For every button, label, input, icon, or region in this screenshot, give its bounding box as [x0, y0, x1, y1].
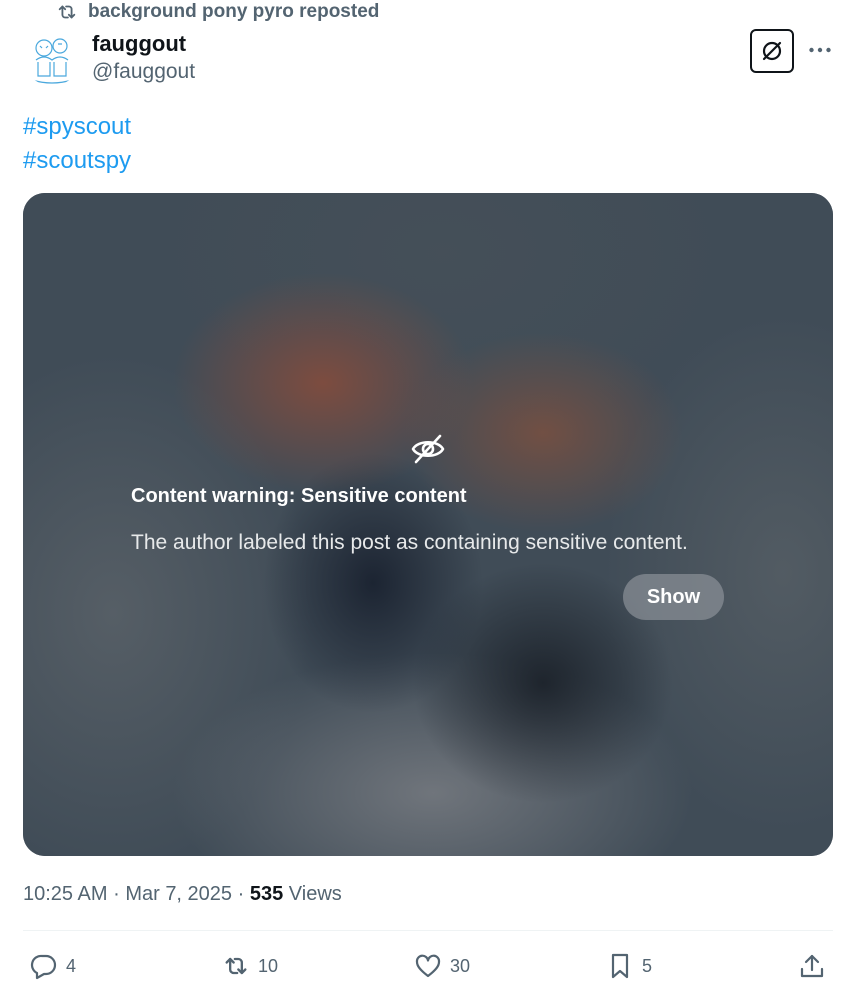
views-label: Views	[288, 883, 342, 905]
meta-separator: ·	[113, 883, 120, 905]
heart-icon	[415, 954, 441, 978]
author-block[interactable]: fauggout @fauggout	[92, 30, 195, 86]
avatar[interactable]	[24, 30, 80, 86]
reply-count: 4	[66, 955, 77, 976]
repost-button[interactable]: 10	[222, 946, 278, 986]
bookmark-button[interactable]: 5	[606, 946, 652, 986]
like-count: 30	[450, 955, 471, 976]
hashtag-link[interactable]: #scoutspy	[23, 144, 131, 178]
blurred-image	[23, 193, 833, 856]
author-name[interactable]: fauggout	[92, 30, 195, 58]
bookmark-count: 5	[642, 955, 653, 976]
content-warning-title: Content warning: Sensitive content	[131, 485, 467, 507]
show-button[interactable]: Show	[623, 574, 724, 620]
share-button[interactable]	[798, 946, 826, 986]
content-warning-description: The author labeled this post as containi…	[131, 531, 688, 554]
like-button[interactable]: 30	[414, 946, 470, 986]
avatar-drawing	[31, 38, 73, 84]
bookmark-icon	[611, 953, 629, 979]
repost-count: 10	[258, 955, 279, 976]
reply-button[interactable]: 4	[30, 946, 76, 986]
author-handle[interactable]: @fauggout	[92, 58, 195, 86]
sensitive-media[interactable]: Content warning: Sensitive content The a…	[23, 193, 833, 856]
tweet-text: #spyscout #scoutspy	[23, 110, 131, 178]
eye-off-icon	[411, 434, 445, 464]
divider	[23, 930, 833, 931]
action-bar: 4 10 30 5	[0, 946, 856, 986]
views-count: 535	[249, 883, 284, 905]
grok-button[interactable]	[750, 29, 794, 73]
repost-context-text: background pony pyro reposted	[88, 1, 380, 22]
hashtag-link[interactable]: #spyscout	[23, 110, 131, 144]
repost-context[interactable]: background pony pyro reposted	[56, 0, 379, 24]
more-button[interactable]	[806, 36, 834, 64]
grok-icon	[762, 41, 782, 61]
reply-icon	[30, 954, 57, 980]
post-meta: 10:25 AM · Mar 7, 2025 · 535 Views	[23, 880, 342, 908]
repost-icon	[225, 957, 247, 975]
repost-icon	[58, 5, 76, 19]
meta-separator: ·	[237, 883, 245, 905]
more-icon	[809, 47, 831, 53]
share-icon	[800, 954, 824, 978]
post-time[interactable]: 10:25 AM	[23, 883, 108, 905]
post-date[interactable]: Mar 7, 2025	[125, 883, 232, 905]
